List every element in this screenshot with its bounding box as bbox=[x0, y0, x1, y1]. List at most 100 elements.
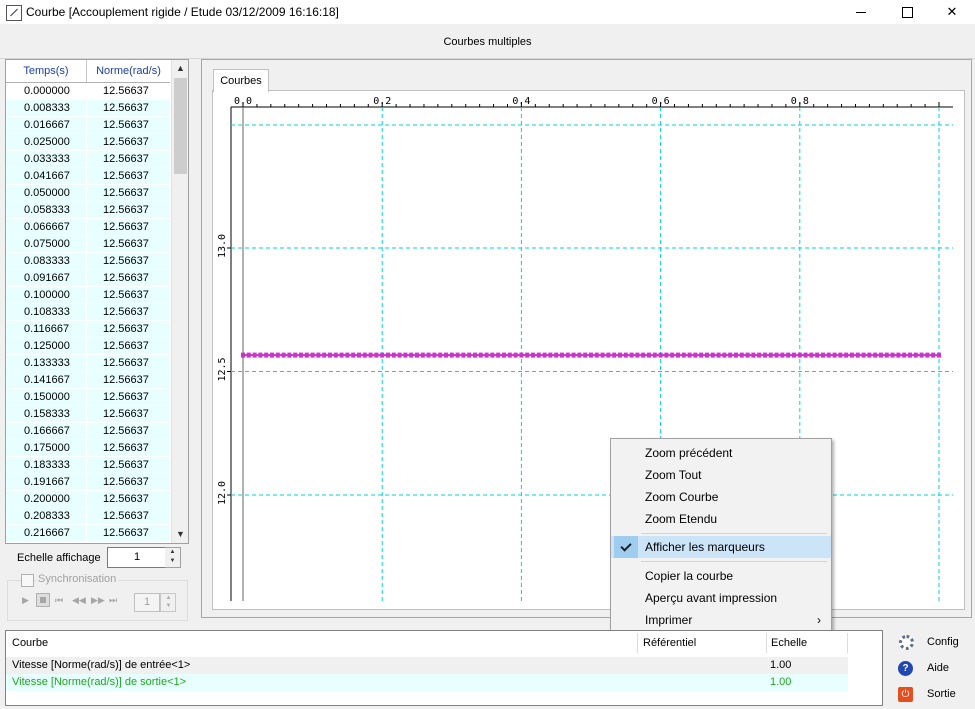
maximize-button[interactable] bbox=[884, 0, 930, 24]
help-button[interactable]: ? Aide bbox=[896, 659, 966, 679]
table-row[interactable]: 0.200000 12.56637 bbox=[6, 491, 170, 508]
menu-item-print[interactable]: Imprimer › bbox=[611, 609, 831, 631]
curve-row[interactable]: Vitesse [Norme(rad/s)] de entrée<1> 1.00 bbox=[6, 657, 848, 674]
scroll-thumb[interactable] bbox=[174, 78, 187, 174]
exit-button[interactable]: ⏻ Sortie bbox=[896, 685, 966, 705]
column-header-scale[interactable]: Echelle bbox=[771, 637, 807, 649]
submenu-arrow-icon: › bbox=[817, 613, 821, 627]
curves-list[interactable]: Courbe Référentiel Echelle Vitesse [Norm… bbox=[5, 630, 883, 706]
table-row[interactable]: 0.033333 12.56637 bbox=[6, 151, 170, 168]
series-marker bbox=[252, 352, 257, 358]
table-row[interactable]: 0.050000 12.56637 bbox=[6, 185, 170, 202]
first-icon[interactable]: ⏮ bbox=[55, 595, 63, 606]
scale-stepper[interactable]: ▲ ▼ bbox=[165, 547, 181, 568]
table-row[interactable]: 0.000000 12.56637 bbox=[6, 83, 170, 100]
curve-name: Vitesse [Norme(rad/s)] de entrée<1> bbox=[12, 659, 191, 671]
minimize-icon bbox=[856, 11, 866, 13]
menu-item-print-preview[interactable]: Aperçu avant impression bbox=[611, 587, 831, 609]
play-icon[interactable]: ▶ bbox=[22, 595, 29, 606]
norm-cell: 12.56637 bbox=[103, 408, 149, 420]
menu-item-show-markers[interactable]: Afficher les marqueurs bbox=[611, 536, 831, 558]
column-header-reference[interactable]: Référentiel bbox=[643, 637, 696, 649]
column-header-time[interactable]: Temps(s) bbox=[6, 60, 87, 82]
tab-courbes[interactable]: Courbes bbox=[213, 69, 269, 92]
table-row[interactable]: 0.016667 12.56637 bbox=[6, 117, 170, 134]
menu-item-copy-curve[interactable]: Copier la courbe bbox=[611, 565, 831, 587]
menu-item-zoom-extended[interactable]: Zoom Etendu bbox=[611, 508, 831, 530]
sync-checkbox[interactable] bbox=[21, 574, 34, 587]
norm-cell: 12.56637 bbox=[103, 289, 149, 301]
time-cell: 0.091667 bbox=[24, 272, 70, 284]
table-row[interactable]: 0.191667 12.56637 bbox=[6, 474, 170, 491]
cell-divider bbox=[86, 474, 87, 491]
series-marker bbox=[588, 352, 593, 358]
table-row[interactable]: 0.108333 12.56637 bbox=[6, 304, 170, 321]
series-marker bbox=[443, 352, 448, 358]
table-row[interactable]: 0.075000 12.56637 bbox=[6, 236, 170, 253]
page-title: Courbes multiples bbox=[443, 36, 532, 48]
data-table[interactable]: Temps(s) Norme(rad/s) 0.000000 12.56637 0.… bbox=[5, 59, 189, 544]
table-scrollbar[interactable]: ▲ ▼ bbox=[171, 60, 188, 543]
time-cell: 0.141667 bbox=[24, 374, 70, 386]
column-header-norm[interactable]: Norme(rad/s) bbox=[87, 60, 170, 82]
x-tick-label: 0.4 bbox=[512, 96, 530, 107]
table-row[interactable]: 0.133333 12.56637 bbox=[6, 355, 170, 372]
table-row[interactable]: 0.116667 12.56637 bbox=[6, 321, 170, 338]
norm-cell: 12.56637 bbox=[103, 306, 149, 318]
cell-divider bbox=[86, 406, 87, 423]
table-row[interactable]: 0.208333 12.56637 bbox=[6, 508, 170, 525]
series-marker bbox=[936, 352, 941, 358]
scale-input[interactable]: 1 bbox=[107, 547, 167, 568]
curve-row[interactable]: Vitesse [Norme(rad/s)] de sortie<1> 1.00 bbox=[6, 674, 848, 691]
table-row[interactable]: 0.041667 12.56637 bbox=[6, 168, 170, 185]
scroll-up-icon[interactable]: ▲ bbox=[172, 60, 188, 77]
series-marker bbox=[861, 352, 866, 358]
table-row[interactable]: 0.066667 12.56637 bbox=[6, 219, 170, 236]
series-marker bbox=[333, 352, 338, 358]
series-marker bbox=[258, 352, 263, 358]
cell-divider bbox=[86, 185, 87, 202]
series-marker bbox=[356, 352, 361, 358]
table-row[interactable]: 0.091667 12.56637 bbox=[6, 270, 170, 287]
table-row[interactable]: 0.058333 12.56637 bbox=[6, 202, 170, 219]
time-cell: 0.175000 bbox=[24, 442, 70, 454]
stop-icon[interactable] bbox=[36, 593, 50, 607]
curve-scale: 1.00 bbox=[770, 676, 792, 688]
series-marker bbox=[658, 352, 663, 358]
table-row[interactable]: 0.158333 12.56637 bbox=[6, 406, 170, 423]
previous-icon[interactable]: ◀◀ bbox=[72, 595, 86, 606]
last-icon[interactable]: ⏭ bbox=[109, 595, 117, 606]
chart-plot[interactable]: 0.0 0.2 0.4 0.6 0.8 13.0 12.5 12.0 bbox=[213, 91, 962, 607]
table-row[interactable]: 0.125000 12.56637 bbox=[6, 338, 170, 355]
scroll-down-icon[interactable]: ▼ bbox=[172, 526, 188, 543]
table-row[interactable]: 0.150000 12.56637 bbox=[6, 389, 170, 406]
table-row[interactable]: 0.216667 12.56637 bbox=[6, 525, 170, 542]
menu-item-zoom-curve[interactable]: Zoom Courbe bbox=[611, 486, 831, 508]
cell-divider bbox=[86, 525, 87, 542]
sync-spin-down-icon[interactable]: ▼ bbox=[161, 602, 176, 611]
table-row[interactable]: 0.141667 12.56637 bbox=[6, 372, 170, 389]
sync-stepper[interactable]: ▲ ▼ bbox=[160, 593, 176, 612]
spin-up-icon[interactable]: ▲ bbox=[165, 548, 180, 557]
table-row[interactable]: 0.083333 12.56637 bbox=[6, 253, 170, 270]
close-button[interactable]: ✕ bbox=[929, 0, 975, 24]
series-marker bbox=[722, 352, 727, 358]
table-row[interactable]: 0.166667 12.56637 bbox=[6, 423, 170, 440]
window-title: Courbe [Accouplement rigide / Etude 03/1… bbox=[26, 5, 339, 19]
minimize-button[interactable] bbox=[838, 0, 884, 24]
next-icon[interactable]: ▶▶ bbox=[91, 595, 105, 606]
table-row[interactable]: 0.183333 12.56637 bbox=[6, 457, 170, 474]
menu-item-zoom-all[interactable]: Zoom Tout bbox=[611, 464, 831, 486]
norm-cell: 12.56637 bbox=[103, 255, 149, 267]
config-label: Config bbox=[927, 636, 959, 648]
table-row[interactable]: 0.175000 12.56637 bbox=[6, 440, 170, 457]
config-button[interactable]: Config bbox=[896, 633, 966, 653]
column-header-curve[interactable]: Courbe bbox=[12, 637, 48, 649]
sync-input[interactable]: 1 bbox=[134, 593, 160, 612]
menu-item-zoom-previous[interactable]: Zoom précédent bbox=[611, 442, 831, 464]
table-row[interactable]: 0.025000 12.56637 bbox=[6, 134, 170, 151]
table-row[interactable]: 0.008333 12.56637 bbox=[6, 100, 170, 117]
table-row[interactable]: 0.100000 12.56637 bbox=[6, 287, 170, 304]
spin-down-icon[interactable]: ▼ bbox=[165, 557, 180, 566]
cell-divider bbox=[86, 117, 87, 134]
